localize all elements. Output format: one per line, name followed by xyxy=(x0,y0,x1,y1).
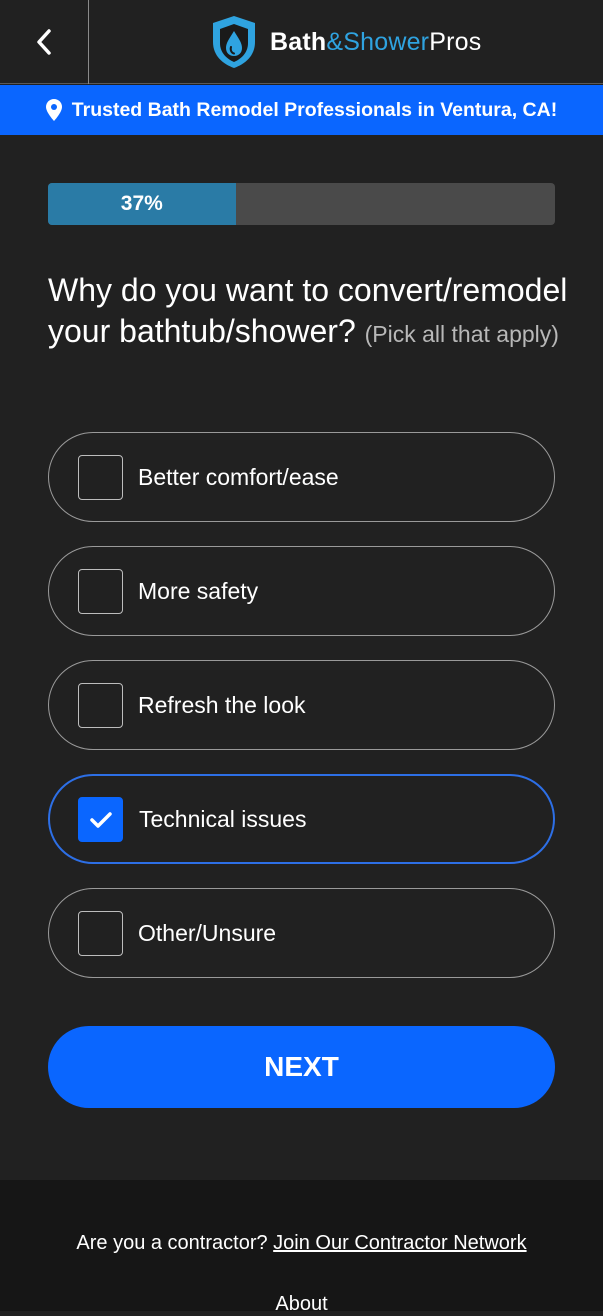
option-refresh-look[interactable]: Refresh the look xyxy=(48,660,555,750)
option-other-unsure[interactable]: Other/Unsure xyxy=(48,888,555,978)
checkmark-icon xyxy=(89,811,112,828)
back-button[interactable] xyxy=(0,0,89,84)
water-drop-shield-icon xyxy=(213,16,255,68)
banner-text: Trusted Bath Remodel Professionals in Ve… xyxy=(71,98,558,121)
next-button[interactable]: NEXT xyxy=(48,1026,555,1108)
location-pin-icon xyxy=(45,99,62,121)
chevron-left-icon xyxy=(37,29,51,55)
about-link[interactable]: About xyxy=(0,1293,603,1316)
contractor-text: Are you a contractor? xyxy=(76,1232,268,1254)
checkbox[interactable] xyxy=(78,911,123,956)
page-footer: Are you a contractor? Join Our Contracto… xyxy=(0,1180,603,1315)
location-banner: Trusted Bath Remodel Professionals in Ve… xyxy=(0,85,603,135)
option-label: Better comfort/ease xyxy=(138,463,339,490)
progress-label: 37% xyxy=(120,192,163,215)
contractor-line: Are you a contractor? Join Our Contracto… xyxy=(0,1232,603,1255)
brand-name: Bath&ShowerPros xyxy=(270,28,481,57)
checkbox[interactable] xyxy=(78,569,123,614)
option-more-safety[interactable]: More safety xyxy=(48,546,555,636)
brand-name-part: &Shower xyxy=(326,27,430,56)
option-label: Other/Unsure xyxy=(138,919,277,946)
checkbox[interactable] xyxy=(78,683,123,728)
option-technical-issues[interactable]: Technical issues xyxy=(48,774,555,864)
question-title: Why do you want to convert/remodel your … xyxy=(48,270,568,355)
join-contractor-network-link[interactable]: Join Our Contractor Network xyxy=(273,1232,526,1254)
checkbox[interactable] xyxy=(78,455,123,500)
option-label: Technical issues xyxy=(139,805,307,832)
checkbox-checked[interactable] xyxy=(78,797,123,842)
progress-bar: 37% xyxy=(48,183,555,225)
option-label: Refresh the look xyxy=(138,691,306,718)
brand-name-part: Bath xyxy=(270,27,327,56)
option-better-comfort[interactable]: Better comfort/ease xyxy=(48,432,555,522)
app-header: Bath&ShowerPros xyxy=(0,0,603,84)
progress-fill: 37% xyxy=(48,183,236,225)
question-hint: (Pick all that apply) xyxy=(364,321,559,347)
brand-name-part: Pros xyxy=(429,27,482,56)
brand-logo[interactable]: Bath&ShowerPros xyxy=(210,14,481,70)
option-label: More safety xyxy=(138,577,259,604)
